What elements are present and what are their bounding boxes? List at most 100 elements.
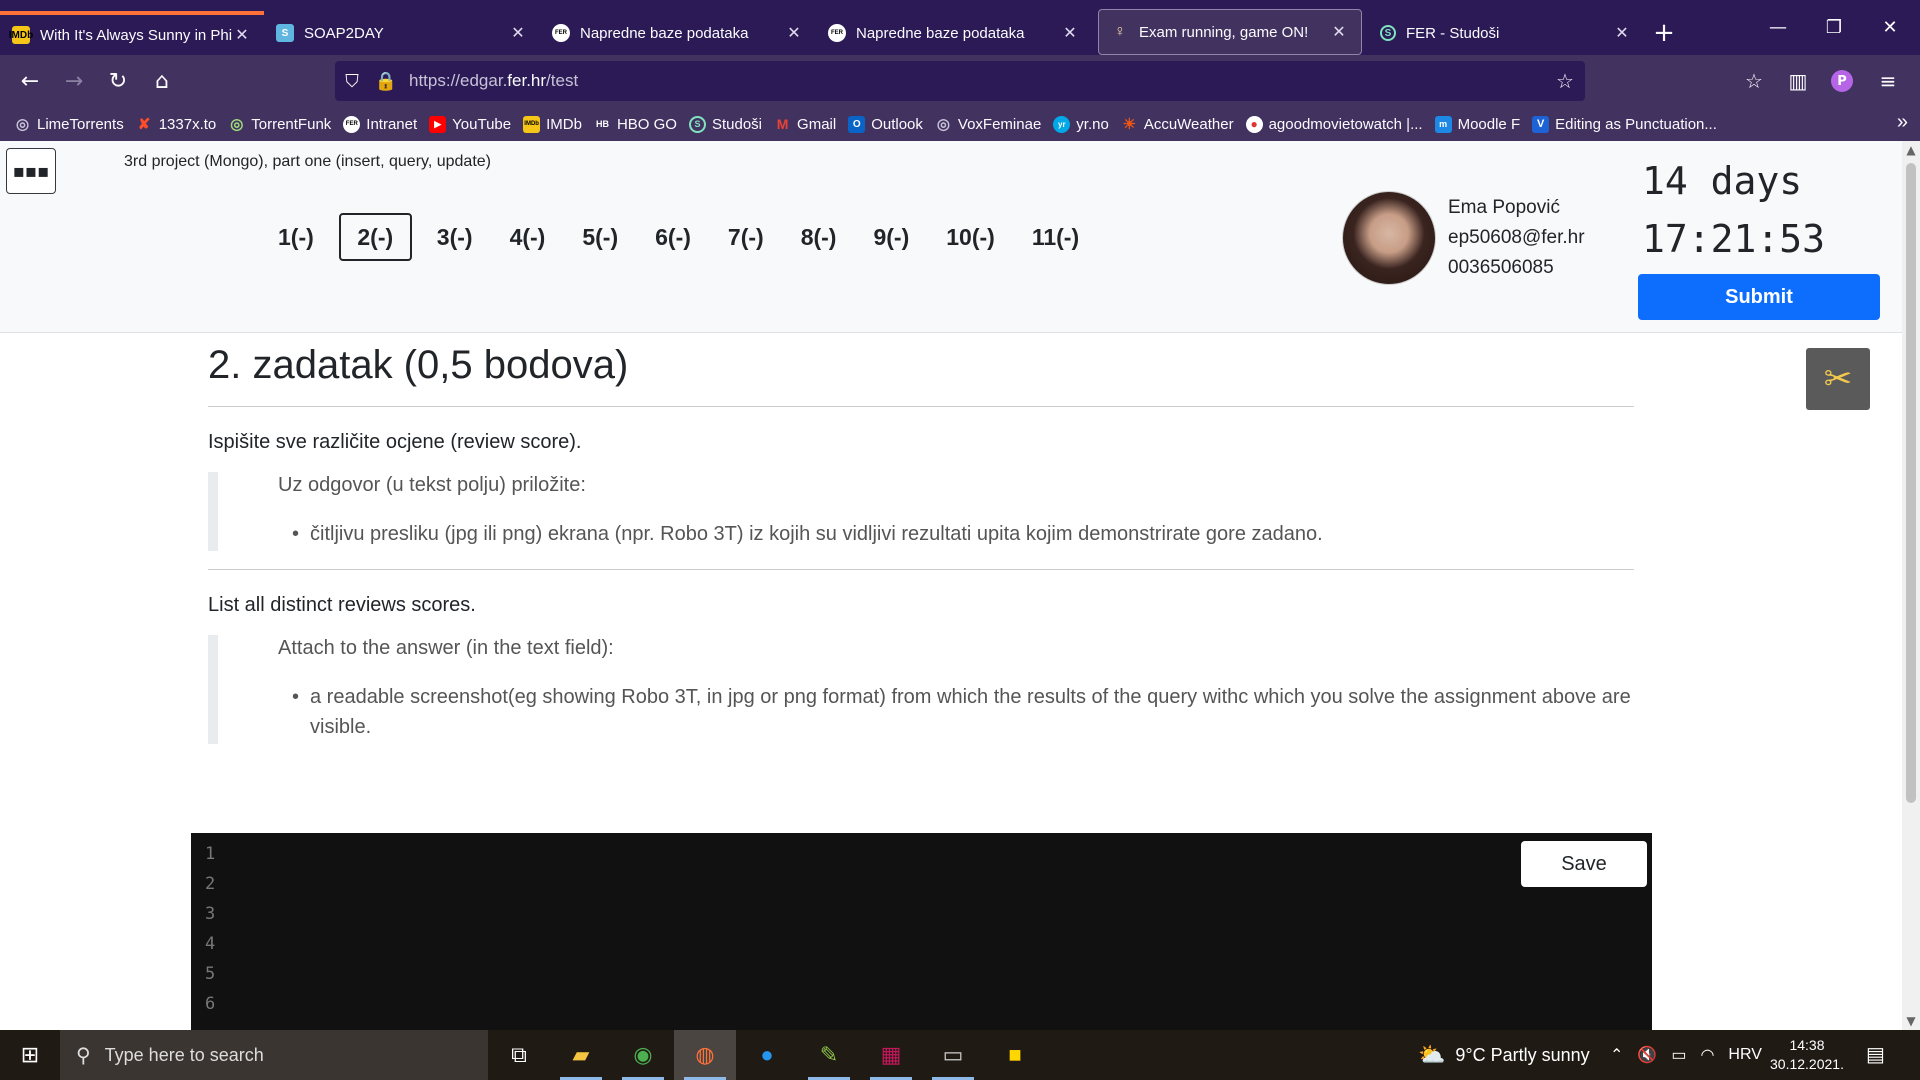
bookmark-studosi[interactable]: S Studoši [688,115,762,133]
task-content: 2. zadatak (0,5 bodova) Ispišite sve raz… [208,333,1634,744]
close-icon[interactable]: ✕ [1060,23,1080,43]
question-button-4[interactable]: 4(-) [498,213,558,261]
bookmark-yr[interactable]: yr yr.no [1053,115,1109,133]
scroll-down-icon[interactable]: ▼ [1902,1014,1920,1028]
bookmark-moodle[interactable]: m Moodle F [1434,115,1520,133]
back-button[interactable]: ← [8,61,52,101]
notification-icon[interactable]: ▤ [1866,1042,1885,1067]
bookmark-agoodmovietowatch[interactable]: ● agoodmovietowatch |... [1245,115,1423,133]
bookmark-editing-punctuation[interactable]: V Editing as Punctuation... [1532,115,1717,133]
submit-button[interactable]: Submit [1638,274,1880,320]
bookmark-label: VoxFeminae [957,115,1042,133]
terminal-icon[interactable]: ▭ [922,1030,984,1080]
lock-icon[interactable]: 🔒 [369,71,403,92]
volume-muted-icon[interactable]: 🔇 [1637,1045,1657,1065]
reload-button[interactable]: ↻ [96,61,140,101]
question-button-6[interactable]: 6(-) [643,213,703,261]
menu-grid-button[interactable]: ▪▪▪ [6,148,56,194]
close-icon[interactable]: ✕ [508,23,528,43]
minimize-button[interactable]: — [1750,0,1806,55]
firefox-icon[interactable]: ◍ [674,1030,736,1080]
close-icon[interactable]: ✕ [784,23,804,43]
new-tab-button[interactable]: + [1644,11,1684,55]
app-menu-icon[interactable]: ≡ [1868,61,1908,101]
bookmark-gmail[interactable]: M Gmail [774,116,837,133]
close-icon[interactable]: ✕ [1612,23,1632,43]
question-button-2-active[interactable]: 2(-) [338,213,412,261]
question-button-3[interactable]: 3(-) [425,213,485,261]
chevron-up-icon[interactable]: ⌃ [1610,1045,1623,1065]
notepad-icon[interactable]: ✎ [798,1030,860,1080]
soap2day-icon: S [276,24,294,42]
chevron-double-right-icon[interactable]: » [1897,111,1908,134]
question-button-1[interactable]: 1(-) [266,213,326,261]
globe-icon: ◎ [15,116,30,133]
restore-button[interactable]: ❐ [1806,0,1862,55]
question-button-7[interactable]: 7(-) [716,213,776,261]
weather-widget[interactable]: ⛅ 9°C Partly sunny [1418,1030,1590,1080]
chrome-icon[interactable]: ◉ [612,1030,674,1080]
task-view-icon[interactable]: ⧉ [488,1030,550,1080]
line-number-gutter: 1 2 3 4 5 6 [205,833,235,1019]
line-number: 5 [205,964,216,984]
tracking-shield-icon[interactable]: ⛉ [335,71,369,92]
bookmark-torrentfunk[interactable]: ◎ TorrentFunk [228,116,331,134]
bookmark-1337x[interactable]: ✘ 1337x.to [136,116,216,134]
window-close-button[interactable]: ✕ [1862,0,1918,55]
close-icon[interactable]: ✕ [1329,22,1349,42]
forward-button[interactable]: → [52,61,96,101]
bookmark-outlook[interactable]: O Outlook [848,115,923,133]
url-text[interactable]: https://edgar.fer.hr/test [403,71,1545,91]
tools-icon[interactable]: ✂ [1806,348,1870,410]
file-explorer-icon[interactable]: ▰ [550,1030,612,1080]
bookmark-imdb[interactable]: IMDb IMDb [523,115,582,133]
question-button-10[interactable]: 10(-) [934,213,1007,261]
scroll-up-icon[interactable]: ▲ [1902,143,1920,157]
timer-days: 14 days [1642,159,1803,203]
pocket-icon[interactable]: ☆ [1734,61,1774,101]
bookmark-label: Outlook [871,115,923,133]
browser-tab[interactable]: S SOAP2DAY ✕ [264,11,540,55]
battery-icon[interactable]: ▭ [1671,1045,1686,1065]
1337x-icon: ✘ [137,116,151,133]
bookmark-accuweather[interactable]: ☀ AccuWeather [1121,116,1234,134]
question-button-9[interactable]: 9(-) [861,213,921,261]
winrar-icon[interactable]: ▦ [860,1030,922,1080]
system-tray: ⌃ 🔇 ▭ ◠ HRV [1610,1030,1776,1080]
bookmark-limetorrents[interactable]: ◎ LimeTorrents [14,116,124,134]
bullet-list: a readable screenshot(eg showing Robo 3T… [278,682,1634,742]
url-path: /test [546,71,579,90]
save-button[interactable]: Save [1521,841,1647,887]
scroll-thumb[interactable] [1906,163,1916,803]
home-button[interactable]: ⌂ [140,61,184,101]
question-button-5[interactable]: 5(-) [570,213,630,261]
bookmark-hbo-go[interactable]: HB HBO GO [594,116,677,133]
language-indicator[interactable]: HRV [1728,1046,1762,1064]
browser-tab[interactable]: FER Napredne baze podataka ✕ [540,11,816,55]
browser-tab-active[interactable]: ♀ Exam running, game ON! ✕ [1098,9,1362,55]
sticky-notes-icon[interactable]: ■ [984,1030,1046,1080]
bookmark-voxfeminae[interactable]: ◎ VoxFeminae [935,115,1042,134]
divider [208,569,1634,570]
address-bar[interactable]: ⛉ 🔒 https://edgar.fer.hr/test ☆ [335,61,1585,101]
question-button-11[interactable]: 11(-) [1020,213,1091,261]
taskbar-clock[interactable]: 14:38 30.12.2021. [1770,1036,1844,1074]
bookmark-youtube[interactable]: ▶ YouTube [429,115,511,133]
bookmark-intranet[interactable]: FER Intranet [343,115,417,133]
account-avatar[interactable]: P [1822,61,1862,101]
close-icon[interactable]: ✕ [232,25,252,45]
page-scrollbar[interactable]: ▲ ▼ [1902,141,1920,1030]
browser-tab[interactable]: FER Napredne baze podataka ✕ [816,11,1092,55]
browser-tab[interactable]: IMDb With It's Always Sunny in Philac ✕ [0,11,264,55]
windows-start-icon[interactable]: ⊞ [0,1030,60,1080]
taskbar-search[interactable]: ⚲ Type here to search [60,1030,488,1080]
sidebar-icon[interactable]: ▥ [1778,61,1818,101]
answer-code-editor[interactable]: 1 2 3 4 5 6 Save [191,833,1652,1030]
bookmark-star-icon[interactable]: ☆ [1545,69,1585,94]
browser-tab-strip: IMDb With It's Always Sunny in Philac ✕ … [0,0,1920,55]
question-button-8[interactable]: 8(-) [789,213,849,261]
docker-icon[interactable]: ● [736,1030,798,1080]
wifi-icon[interactable]: ◠ [1700,1045,1714,1065]
line-number: 6 [205,994,216,1014]
browser-tab[interactable]: S FER - Studoši ✕ [1368,11,1644,55]
